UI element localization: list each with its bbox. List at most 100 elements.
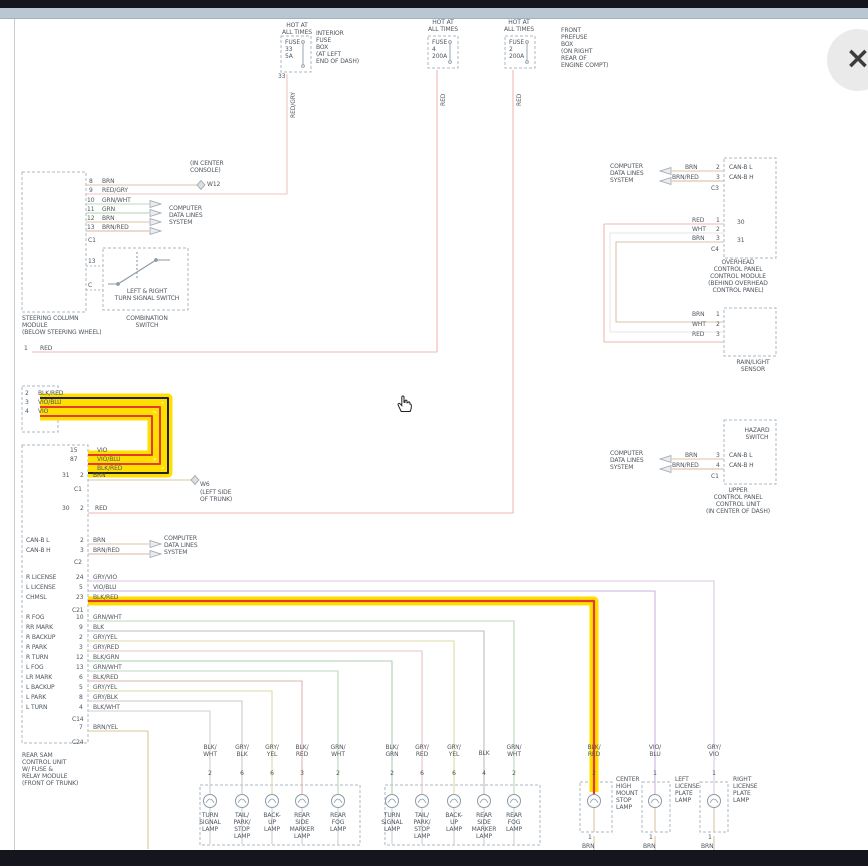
- pin: 3: [716, 331, 720, 338]
- pin: 3: [716, 174, 720, 181]
- computer-data-lines-label: COMPUTER DATA LINES SYSTEM: [610, 163, 644, 184]
- fuse-4-label: FUSE 4 200A: [432, 39, 447, 60]
- hot-at-all-times: HOT AT ALL TIMES: [423, 19, 463, 33]
- sam-output: R LICENSE: [26, 574, 56, 581]
- wire-label: BLK/ RED: [289, 744, 315, 758]
- lamp-label: CENTER HIGH MOUNT STOP LAMP: [616, 776, 640, 811]
- close-icon: ×: [845, 41, 868, 76]
- upper-control-panel-label: UPPER CONTROL PANEL CONTROL UNIT (IN CEN…: [698, 487, 778, 515]
- ground-id: W6: [200, 481, 210, 488]
- wire-label: RED: [692, 331, 704, 338]
- terminal: 15: [70, 447, 77, 454]
- sam-output: RR MARK: [26, 624, 53, 631]
- pin: 2: [80, 537, 84, 544]
- can-label: CAN-B L: [26, 537, 49, 544]
- pin: 13: [88, 258, 95, 265]
- wire-label: GRN/WHT: [93, 664, 122, 671]
- wire-label: BRN/RED: [93, 547, 120, 554]
- sam-output: L PARK: [26, 694, 46, 701]
- computer-data-lines-label: COMPUTER DATA LINES SYSTEM: [610, 450, 644, 471]
- sam-output: L FOG: [26, 664, 44, 671]
- pin: 13: [87, 224, 94, 231]
- wire-label: RED: [95, 505, 107, 512]
- pin: 8: [89, 178, 93, 185]
- viewer-toolbar: [0, 8, 868, 19]
- sam-output: L BACKUP: [26, 684, 55, 691]
- pin: 3: [25, 399, 29, 406]
- wire-label: VIO/ BLU: [642, 744, 668, 758]
- wire-label: BRN/RED: [672, 174, 699, 181]
- pin: 2: [581, 770, 607, 777]
- wire-label: GRY/VIO: [93, 574, 117, 581]
- lamp-label: REAR SIDE MARKER LAMP: [469, 812, 499, 840]
- ground-id: W12: [207, 181, 220, 188]
- wire-label: GRN/ WHT: [325, 744, 351, 758]
- wire-label: GRN: [102, 206, 115, 213]
- wire-label: WHT: [692, 226, 706, 233]
- terminal: 31: [737, 237, 744, 244]
- pin: 23: [76, 594, 83, 601]
- terminal: 30: [62, 505, 69, 512]
- pin: 2: [716, 226, 720, 233]
- sam-output: R PARK: [26, 644, 47, 651]
- wire-label: BRN: [102, 178, 114, 185]
- sam-output: L LICENSE: [26, 584, 56, 591]
- wire-label: BRN/YEL: [93, 724, 118, 731]
- steering-column-module-label: STEERING COLUMN MODULE (BELOW STEERING W…: [22, 315, 102, 336]
- pin: 2: [80, 472, 84, 479]
- pin: 5: [79, 584, 83, 591]
- wire-label: BLK/ WHT: [197, 744, 223, 758]
- window-top-bar: [0, 0, 868, 8]
- wire-label: BLK/RED: [93, 594, 118, 601]
- lamp-label: TAIL/ PARK/ STOP LAMP: [227, 812, 257, 840]
- lamp-label: RIGHT LICENSE PLATE LAMP: [733, 776, 757, 804]
- wire-label: BRN/RED: [102, 224, 129, 231]
- wire-label: GRY/ YEL: [259, 744, 285, 758]
- pin: 6: [441, 770, 467, 777]
- pin: 1: [642, 770, 668, 777]
- connector: C4: [711, 246, 719, 253]
- pin: 2: [79, 634, 83, 641]
- lamp-label: REAR FOG LAMP: [499, 812, 529, 833]
- pin: 2: [501, 770, 527, 777]
- connector: C1: [88, 237, 96, 244]
- wire-label: BLK/RED: [93, 674, 118, 681]
- wire-label: GRN/WHT: [102, 197, 131, 204]
- sam-output: L TURN: [26, 704, 47, 711]
- ground-location: (LEFT SIDE OF TRUNK): [200, 489, 232, 503]
- lamp-label: TAIL/ PARK/ STOP LAMP: [407, 812, 437, 840]
- pin: 11: [87, 206, 94, 213]
- wire-label: GRN/WHT: [93, 614, 122, 621]
- pin: 8: [79, 694, 83, 701]
- connector: C3: [711, 185, 719, 192]
- pin: 4: [471, 770, 497, 777]
- wire-label: VIO: [97, 447, 107, 454]
- lamp-label: TURN SIGNAL LAMP: [377, 812, 407, 833]
- pin: 1: [716, 311, 720, 318]
- wire-label: WHT: [692, 321, 706, 328]
- pin: 1: [649, 834, 653, 841]
- wire-label: BRN: [685, 164, 697, 171]
- wire-label: VIO/BLU: [93, 584, 116, 591]
- sam-output: R BACKUP: [26, 634, 55, 641]
- pin: 24: [76, 574, 83, 581]
- pin: 1: [588, 834, 592, 841]
- overhead-module-label: OVERHEAD CONTROL PANEL CONTROL MODULE (B…: [698, 259, 778, 294]
- lamp-label: TURN SIGNAL LAMP: [195, 812, 225, 833]
- wire-label: VIO/BLU: [97, 456, 120, 463]
- pin: 3: [716, 452, 720, 459]
- pin: 4: [25, 408, 29, 415]
- pin: 7: [79, 724, 83, 731]
- pin: 4: [716, 462, 720, 469]
- wire-label: GRY/ VIO: [701, 744, 727, 758]
- sam-output: CHMSL: [26, 594, 47, 601]
- pin: 9: [89, 187, 93, 194]
- pin: 2: [25, 390, 29, 397]
- terminal: 30: [737, 219, 744, 226]
- pin: 2: [325, 770, 351, 777]
- can-label: CAN-B L: [729, 452, 752, 459]
- pin: 5: [79, 684, 83, 691]
- pin: 6: [259, 770, 285, 777]
- hot-at-all-times: HOT AT ALL TIMES: [277, 22, 317, 36]
- fuse-33-label: FUSE 33 5A: [285, 39, 300, 60]
